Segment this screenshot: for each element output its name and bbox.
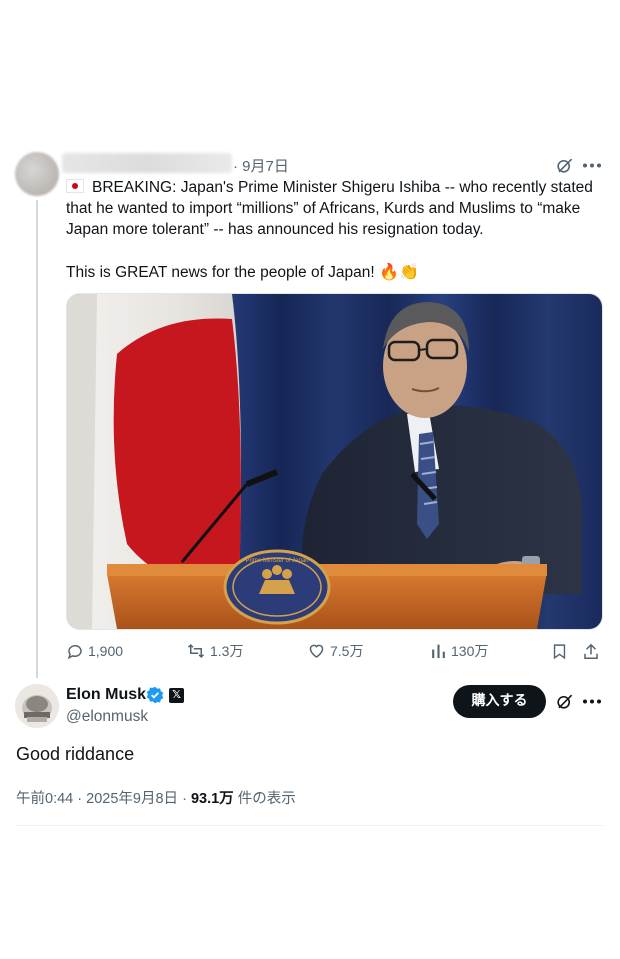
author-name[interactable]: Elon Musk <box>66 686 146 704</box>
repost-button[interactable]: 1.3万 <box>186 640 243 662</box>
reply-count: 1,900 <box>88 643 124 659</box>
separator: · <box>77 791 83 807</box>
avatar-helmet-icon <box>15 684 59 728</box>
tweet-text-line2: This is GREAT news for the people of Jap… <box>66 264 375 281</box>
share-button[interactable] <box>582 640 600 662</box>
parent-date[interactable]: · 9月7日 <box>233 155 289 176</box>
separator: · <box>182 791 187 807</box>
tweet-date[interactable]: 2025年9月8日 <box>86 791 178 807</box>
tweet-time[interactable]: 午前0:44 <box>16 791 73 807</box>
repost-icon <box>187 643 205 659</box>
grok-icon[interactable] <box>555 156 574 175</box>
tweet-image[interactable]: Prime Minister of Japan <box>66 293 603 630</box>
elon-avatar[interactable] <box>15 684 59 728</box>
views-count: 130万 <box>451 643 489 659</box>
svg-text:Prime Minister of Japan: Prime Minister of Japan <box>245 558 308 564</box>
parent-avatar[interactable] <box>15 152 59 196</box>
parent-author-name-redacted[interactable] <box>62 153 232 173</box>
author-handle[interactable]: @elonmusk <box>66 708 148 726</box>
reply-icon <box>67 645 82 660</box>
like-count: 7.5万 <box>330 643 364 659</box>
heart-icon <box>309 644 324 658</box>
tweet-meta: 午前0:44 · 2025年9月8日 · 93.1万 件の表示 <box>16 787 296 808</box>
divider <box>16 825 604 826</box>
japan-flag-icon <box>66 179 84 193</box>
buy-button[interactable]: 購入する <box>453 685 546 718</box>
main-tweet-text: Good riddance <box>16 744 135 764</box>
reply-button[interactable]: 1,900 <box>66 640 123 662</box>
fire-clap-emoji: 🔥👏 <box>379 262 419 281</box>
thread-line <box>36 200 38 678</box>
more-icon[interactable] <box>582 692 602 711</box>
views-button[interactable]: 130万 <box>430 640 488 662</box>
parent-tweet-text: BREAKING: Japan's Prime Minister Shigeru… <box>66 177 606 283</box>
grok-icon[interactable] <box>555 692 574 711</box>
views-icon <box>432 644 445 659</box>
share-icon <box>584 643 598 659</box>
tweet-text-line1: BREAKING: Japan's Prime Minister Shigeru… <box>66 179 593 238</box>
press-conference-photo-icon: Prime Minister of Japan <box>67 294 602 629</box>
x-affiliate-icon: 𝕏 <box>169 688 184 703</box>
bookmark-icon <box>553 643 566 659</box>
repost-count: 1.3万 <box>210 643 244 659</box>
bookmark-button[interactable] <box>551 640 568 662</box>
views-total: 93.1万 <box>190 791 234 807</box>
verified-badge-icon <box>146 686 164 704</box>
tweet-actions: 1,900 1.3万 7.5万 130万 <box>66 640 606 664</box>
like-button[interactable]: 7.5万 <box>307 640 363 662</box>
more-icon[interactable] <box>582 156 602 175</box>
views-suffix: 件の表示 <box>237 791 296 807</box>
